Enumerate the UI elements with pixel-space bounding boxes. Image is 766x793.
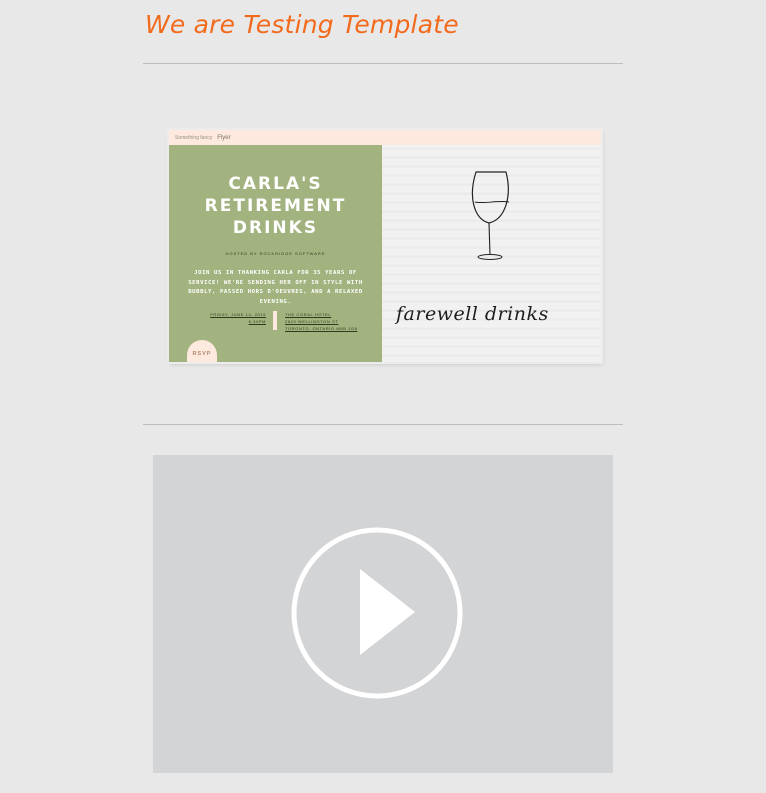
divider-top: [143, 63, 623, 64]
rsvp-button[interactable]: RSVP: [187, 340, 217, 362]
topbar-small-text: Something fancy: [175, 134, 213, 141]
event-description: JOIN US IN THANKING CARLA FOR 35 YEARS O…: [188, 270, 363, 305]
venue-street: 2820 WELLINGTON ST: [285, 319, 339, 324]
venue-name: THE CORAL HOTEL: [285, 312, 332, 317]
details-divider: [273, 311, 277, 330]
topbar-brand: Flyer: [217, 134, 231, 141]
event-venue: THE CORAL HOTEL 2820 WELLINGTON ST TORON…: [285, 311, 357, 332]
invitation-card[interactable]: Something fancy Flyer CARLA'S RETIREMENT…: [169, 130, 601, 362]
page-title: We are Testing Template: [145, 10, 459, 39]
venue-city: TORONTO, ONTARIO M5B 1G8: [285, 326, 358, 331]
play-icon[interactable]: [289, 525, 465, 701]
card-right-panel: farewell drinks: [382, 145, 601, 362]
divider-middle: [143, 424, 623, 425]
time-text: 6:30PM: [248, 319, 266, 324]
wine-glass-icon: [471, 171, 510, 260]
hosted-by: HOSTED BY ROCKRIDGE SOFTWARE: [225, 251, 326, 256]
date-text: FRIDAY, JUNE 14, 2019: [210, 312, 266, 317]
video-player[interactable]: [153, 455, 613, 773]
card-topbar: Something fancy Flyer: [169, 130, 601, 145]
event-date: FRIDAY, JUNE 14, 2019 6:30PM: [210, 311, 266, 325]
event-details: FRIDAY, JUNE 14, 2019 6:30PM THE CORAL H…: [169, 311, 382, 333]
event-title: CARLA'S RETIREMENT DRINKS: [204, 174, 347, 238]
card-left-panel: CARLA'S RETIREMENT DRINKS HOSTED BY ROCK…: [169, 145, 382, 362]
script-headline: farewell drinks: [396, 303, 549, 325]
